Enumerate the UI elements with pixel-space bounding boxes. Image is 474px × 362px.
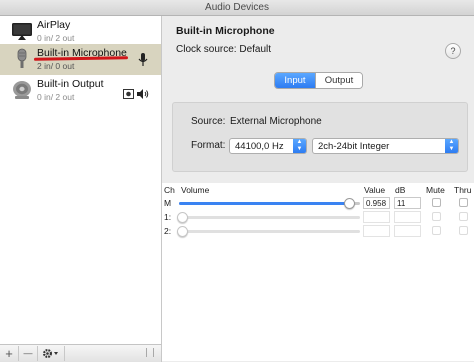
volume-slider-track (179, 230, 360, 233)
thru-checkbox[interactable] (459, 212, 468, 221)
device-io: 0 in/ 2 out (37, 92, 75, 102)
settings-menu-button[interactable] (38, 346, 65, 361)
column-header-volume: Volume (181, 185, 210, 195)
thru-checkbox[interactable] (459, 198, 468, 207)
db-field[interactable] (394, 211, 421, 223)
volume-slider-track (179, 216, 360, 219)
input-output-segmented-control: Input Output (274, 72, 363, 89)
mute-checkbox[interactable] (432, 212, 441, 221)
volume-slider-fill (179, 202, 353, 205)
clock-source: Clock source: Default (176, 44, 271, 55)
channel-label: M (164, 198, 172, 208)
sample-rate-popup[interactable]: 44100,0 Hz ▲ ▼ (229, 138, 307, 154)
add-device-button[interactable]: + (0, 346, 19, 361)
channel-label: 2: (164, 226, 172, 236)
clock-source-value: Default (239, 44, 272, 55)
gear-icon (42, 348, 58, 359)
column-header-thru: Thru (454, 185, 472, 195)
device-name: Built-in Output (37, 78, 104, 90)
source-label: Source: (191, 116, 226, 127)
value-field[interactable] (363, 225, 390, 237)
device-title: Built-in Microphone (176, 25, 275, 37)
value-field[interactable]: 0.958 (363, 197, 390, 209)
device-airplay[interactable]: AirPlay 0 in/ 2 out (0, 16, 161, 47)
popup-arrows-icon: ▲ ▼ (293, 139, 306, 153)
format-label: Format: (191, 140, 226, 151)
mute-checkbox[interactable] (432, 226, 441, 235)
channel-volume-table: Ch Volume Value dB Mute Thru M 0.958 11 … (162, 183, 474, 361)
device-detail-panel: Built-in Microphone Clock source: Defaul… (162, 16, 474, 361)
volume-slider-knob[interactable] (344, 198, 355, 209)
input-device-icon (138, 53, 148, 66)
device-name: AirPlay (37, 19, 71, 31)
column-header-ch: Ch (164, 185, 175, 195)
device-io: 0 in/ 2 out (37, 33, 75, 43)
tab-output[interactable]: Output (315, 73, 362, 88)
window-titlebar: Audio Devices (0, 0, 474, 16)
sample-rate-value: 44100,0 Hz (235, 141, 284, 152)
tab-input[interactable]: Input (275, 73, 315, 88)
clock-source-label: Clock source: (176, 44, 237, 55)
mute-checkbox[interactable] (432, 198, 441, 207)
volume-slider-knob[interactable] (177, 212, 188, 223)
resize-handle[interactable] (146, 348, 154, 357)
value-field[interactable] (363, 211, 390, 223)
speaker-icon (13, 81, 31, 99)
volume-icon (137, 89, 149, 99)
remove-device-button[interactable]: — (19, 346, 38, 361)
display-icon (12, 23, 32, 40)
sidebar-toolbar: + — (0, 344, 162, 362)
device-built-in-output[interactable]: Built-in Output 0 in/ 2 out (0, 75, 161, 106)
window-title: Audio Devices (205, 2, 269, 13)
column-header-db: dB (395, 185, 406, 195)
format-popup[interactable]: 2ch-24bit Integer ▲ ▼ (312, 138, 459, 154)
stream-settings-group: Source: External Microphone Format: 4410… (172, 102, 468, 172)
popup-arrows-icon: ▲ ▼ (445, 139, 458, 153)
db-field[interactable]: 11 (394, 197, 421, 209)
volume-slider-knob[interactable] (177, 226, 188, 237)
volume-slider-track (179, 202, 360, 205)
format-value: 2ch-24bit Integer (318, 141, 390, 152)
device-list: AirPlay 0 in/ 2 out Built-in Microphone … (0, 16, 162, 344)
thru-checkbox[interactable] (459, 226, 468, 235)
microphone-icon (17, 48, 27, 68)
column-header-mute: Mute (426, 185, 445, 195)
system-output-icon (123, 89, 134, 99)
source-value: External Microphone (230, 116, 322, 127)
device-io: 2 in/ 0 out (37, 61, 75, 71)
db-field[interactable] (394, 225, 421, 237)
channel-label: 1: (164, 212, 172, 222)
column-header-value: Value (364, 185, 386, 195)
help-button[interactable]: ? (445, 43, 461, 59)
